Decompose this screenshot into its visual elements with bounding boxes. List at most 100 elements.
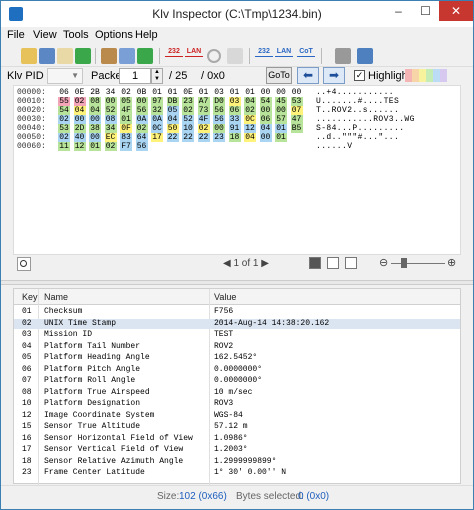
open-file-icon[interactable] (57, 48, 73, 64)
hex-byte[interactable]: 97 (151, 97, 163, 106)
table-row[interactable]: 23 Frame Center Latitude 1° 30' 0.00'' N (14, 468, 460, 478)
hex-byte[interactable]: A7 (197, 97, 210, 106)
hex-byte[interactable]: B5 (290, 124, 303, 133)
hex-byte[interactable]: 01 (244, 88, 256, 97)
zoom-slider-handle[interactable] (401, 258, 407, 268)
hex-byte[interactable]: 23 (213, 133, 225, 142)
hex-byte[interactable]: 83 (120, 133, 132, 142)
hex-byte[interactable]: 00 (89, 115, 101, 124)
hex-byte[interactable]: 56 (135, 106, 148, 115)
hex-byte[interactable]: 4F (120, 106, 132, 115)
hex-byte[interactable]: 34 (104, 124, 117, 133)
settings-icon[interactable] (101, 48, 117, 64)
highlight-checkbox[interactable]: ✓ (354, 70, 365, 81)
hex-byte[interactable]: 08 (104, 115, 117, 124)
close-button[interactable]: ✕ (439, 1, 473, 21)
hex-byte[interactable]: 00 (213, 124, 225, 133)
hex-ascii[interactable]: ..+4........... (316, 88, 394, 97)
hex-byte[interactable]: 12 (244, 124, 256, 133)
hex-byte[interactable]: 02 (73, 97, 86, 106)
menu-file[interactable]: File (7, 29, 25, 41)
hex-byte[interactable]: 33 (228, 115, 241, 124)
tools-icon[interactable] (335, 48, 351, 64)
hex-byte[interactable]: 53 (290, 97, 303, 106)
hex-byte[interactable]: 00 (89, 133, 101, 142)
hex-byte[interactable]: 04 (166, 115, 179, 124)
column-key[interactable]: Key (22, 292, 38, 302)
hex-byte[interactable]: 01 (275, 133, 287, 142)
table-row[interactable]: 04 Platform Tail Number ROV2 (14, 342, 460, 352)
hex-byte[interactable]: D0 (213, 97, 225, 106)
klv-pid-select[interactable]: ▼ (47, 68, 83, 84)
hex-byte[interactable]: 0A (151, 115, 163, 124)
hex-byte[interactable]: 02 (197, 124, 210, 133)
table-row[interactable]: 15 Sensor True Altitude 57.12 m (14, 422, 460, 432)
edit-icon[interactable] (119, 48, 135, 64)
minimize-button[interactable]: – (385, 1, 412, 21)
hex-byte[interactable]: 02 (244, 106, 256, 115)
hex-byte[interactable]: 02 (104, 142, 117, 151)
hex-byte[interactable]: 0F (120, 124, 132, 133)
hex-ascii[interactable]: ......V (316, 142, 352, 151)
hex-byte[interactable]: 56 (213, 106, 225, 115)
hex-byte[interactable]: 06 (228, 106, 241, 115)
highlight-swatch[interactable] (419, 69, 426, 82)
hex-byte[interactable]: 0E (182, 88, 194, 97)
highlight-swatch[interactable] (405, 69, 412, 82)
hex-byte[interactable]: 01 (275, 124, 287, 133)
hex-byte[interactable]: 32 (151, 106, 163, 115)
hex-byte[interactable]: 01 (151, 88, 163, 97)
hex-byte[interactable]: 04 (259, 124, 272, 133)
hex-byte[interactable]: 02 (58, 133, 70, 142)
hex-byte[interactable]: 00 (135, 97, 148, 106)
zoom-out-icon[interactable]: ⊖ (379, 256, 388, 269)
hex-byte[interactable]: 34 (105, 88, 117, 97)
hex-byte[interactable]: 06 (58, 88, 70, 97)
packet-stepper[interactable]: ▲ ▼ (151, 68, 163, 84)
hex-ascii[interactable]: ..d.."""#..."... (316, 133, 399, 142)
column-value[interactable]: Value (214, 292, 236, 302)
hex-byte[interactable]: 00 (259, 133, 272, 142)
table-row[interactable]: 17 Sensor Vertical Field of View 1.2003° (14, 445, 460, 455)
hex-byte[interactable]: 0B (136, 88, 148, 97)
disconnect-icon[interactable] (207, 49, 221, 63)
hex-byte[interactable]: 04 (244, 97, 256, 106)
hex-byte[interactable]: 00 (275, 106, 287, 115)
page-next-icon[interactable]: ▶ (259, 258, 269, 269)
hex-byte[interactable]: 4F (197, 115, 210, 124)
hex-view[interactable]: 00000: 06 0E 2B 34 02 0B 01 01 0E 01 03 01 01 00 00 00..… (13, 85, 461, 255)
maximize-button[interactable]: ☐ (412, 1, 439, 21)
next-packet-button[interactable]: ➡ (323, 67, 345, 84)
highlight-swatch[interactable] (412, 69, 419, 82)
table-row[interactable]: 10 Platform Designation ROV3 (14, 399, 460, 409)
menu-tools[interactable]: Tools (63, 29, 89, 41)
hex-byte[interactable]: 01 (120, 115, 132, 124)
view-double-icon[interactable] (327, 257, 339, 269)
table-row[interactable]: 05 Platform Heading Angle 162.5452° (14, 353, 460, 363)
cot-icon[interactable]: CoT (297, 48, 315, 57)
udp-232-icon[interactable]: 232 (165, 48, 183, 57)
run-icon[interactable] (137, 48, 153, 64)
table-row[interactable]: 08 Platform True Airspeed 10 m/sec (14, 388, 460, 398)
export-icon[interactable] (75, 48, 91, 64)
hex-byte[interactable]: 18 (228, 133, 241, 142)
hex-byte[interactable]: 54 (259, 97, 272, 106)
zoom-slider-track[interactable] (391, 263, 445, 264)
search-icon[interactable] (17, 257, 31, 271)
hex-byte[interactable]: 56 (135, 142, 148, 151)
hex-byte[interactable]: 22 (197, 133, 210, 142)
table-row[interactable]: 18 Sensor Relative Azimuth Angle 1.2999999… (14, 457, 460, 467)
hex-byte[interactable]: 0C (244, 115, 256, 124)
hex-byte[interactable]: 01 (198, 88, 210, 97)
hex-byte[interactable]: 0A (135, 115, 148, 124)
view-multi-icon[interactable] (345, 257, 357, 269)
page-prev-icon[interactable]: ◀ (223, 258, 233, 269)
column-name[interactable]: Name (44, 292, 68, 302)
hex-byte[interactable]: 52 (182, 115, 194, 124)
hex-byte[interactable]: 17 (151, 133, 163, 142)
hex-byte[interactable]: 64 (135, 133, 148, 142)
save-icon[interactable] (39, 48, 55, 64)
zoom-in-icon[interactable]: ⊕ (447, 256, 456, 269)
hex-byte[interactable]: 50 (166, 124, 179, 133)
hex-byte[interactable]: 02 (182, 106, 194, 115)
